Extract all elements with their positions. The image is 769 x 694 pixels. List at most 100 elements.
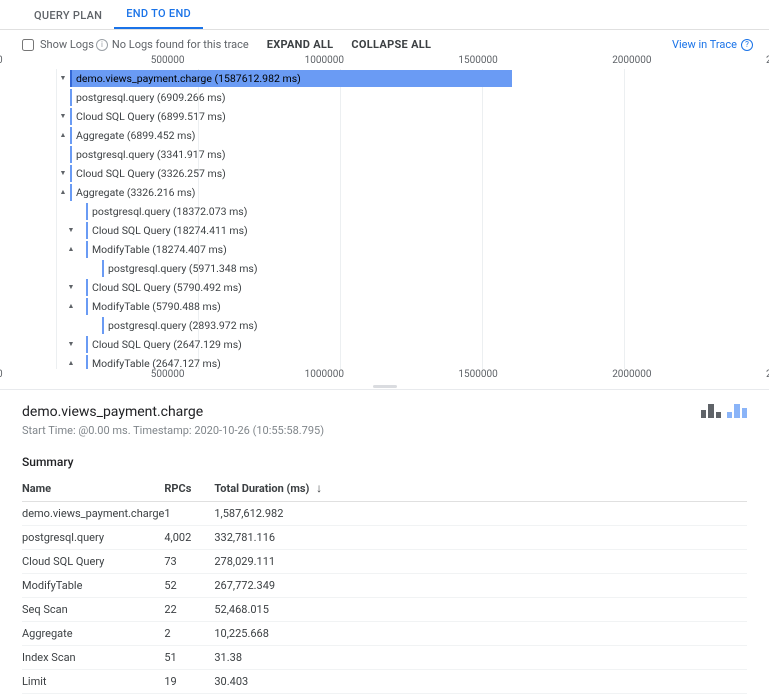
tab-end-to-end[interactable]: END TO END (114, 0, 203, 29)
span-row[interactable]: ▼ Cloud SQL Query (2647.129 ms) (70, 335, 766, 354)
view-mode-blue-icon[interactable] (727, 404, 747, 418)
chevron-down-icon[interactable]: ▼ (60, 113, 67, 120)
span-row[interactable]: postgresql.query (5971.348 ms) (70, 259, 766, 278)
show-logs-checkbox[interactable] (22, 39, 34, 51)
cell-name: Limit (22, 670, 164, 694)
cell-name: demo.views_payment.charge (22, 502, 164, 526)
summary-table: Name RPCs Total Duration (ms) ↓ demo.vie… (22, 475, 747, 694)
span-row[interactable]: postgresql.query (3341.917 ms) (70, 145, 766, 164)
chevron-up-icon[interactable]: ▲ (60, 189, 67, 196)
table-row[interactable]: Limit1930.403 (22, 670, 747, 694)
span-row[interactable]: ▼Cloud SQL Query (3326.257 ms) (70, 164, 766, 183)
cell-name: postgresql.query (22, 526, 164, 550)
show-logs-label: Show Logs (40, 38, 94, 51)
table-row[interactable]: demo.views_payment.charge11,587,612.982 (22, 502, 747, 526)
summary-heading: Summary (22, 455, 747, 469)
axis-tick: 500000 (151, 55, 185, 66)
span-row[interactable]: ▼demo.views_payment.charge (1587612.982 … (70, 69, 766, 88)
span-label: Cloud SQL Query (5790.492 ms) (92, 281, 242, 294)
tab-bar: QUERY PLAN END TO END (0, 0, 769, 30)
cell-total: 332,781.116 (214, 526, 747, 550)
span-row[interactable]: postgresql.query (2893.972 ms) (70, 316, 766, 335)
table-row[interactable]: Index Scan5131.38 (22, 646, 747, 670)
sort-desc-icon: ↓ (316, 481, 322, 495)
chevron-down-icon[interactable]: ▼ (68, 341, 75, 348)
span-bar[interactable]: Cloud SQL Query (18274.411 ms) (86, 222, 92, 239)
th-name[interactable]: Name (22, 475, 164, 502)
cell-total: 31.38 (214, 646, 747, 670)
span-bar[interactable]: postgresql.query (18372.073 ms) (86, 203, 92, 220)
th-rpcs[interactable]: RPCs (164, 475, 214, 502)
span-label: postgresql.query (3341.917 ms) (76, 148, 225, 161)
collapse-all-button[interactable]: COLLAPSE ALL (351, 38, 431, 51)
axis-top: 0500000100000015000002000000250000 (0, 55, 769, 69)
th-total-duration[interactable]: Total Duration (ms) ↓ (214, 475, 747, 502)
span-bar[interactable]: ModifyTable (5790.488 ms) (86, 298, 92, 315)
span-label: demo.views_payment.charge (1587612.982 m… (76, 72, 301, 85)
span-row[interactable]: ▼ Cloud SQL Query (18274.411 ms) (70, 221, 766, 240)
chevron-down-icon[interactable]: ▼ (60, 170, 67, 177)
axis-bottom: 0500000100000015000002000000250000 (0, 369, 769, 383)
tab-query-plan[interactable]: QUERY PLAN (22, 1, 114, 29)
span-bar[interactable]: Cloud SQL Query (2647.129 ms) (86, 336, 92, 353)
chevron-down-icon[interactable]: ▼ (68, 227, 75, 234)
table-row[interactable]: ModifyTable52267,772.349 (22, 574, 747, 598)
span-bar[interactable]: demo.views_payment.charge (1587612.982 m… (70, 70, 512, 87)
span-bar[interactable]: postgresql.query (6909.266 ms) (70, 89, 76, 106)
span-row[interactable]: ▲ ModifyTable (18274.407 ms) (70, 240, 766, 259)
span-bar[interactable]: Cloud SQL Query (5790.492 ms) (86, 279, 92, 296)
chevron-down-icon[interactable]: ▼ (60, 75, 67, 82)
cell-name: Seq Scan (22, 598, 164, 622)
span-row[interactable]: ▲ ModifyTable (5790.488 ms) (70, 297, 766, 316)
toolbar: Show Logs i No Logs found for this trace… (0, 30, 769, 55)
axis-tick: 1000000 (305, 55, 344, 66)
chevron-up-icon[interactable]: ▲ (60, 132, 67, 139)
span-row[interactable]: ▲ ModifyTable (2647.127 ms) (70, 354, 766, 369)
span-bar[interactable]: Aggregate (3326.216 ms) (70, 184, 76, 201)
span-bar[interactable]: Cloud SQL Query (3326.257 ms) (70, 165, 76, 182)
span-bar[interactable]: postgresql.query (3341.917 ms) (70, 146, 76, 163)
span-row[interactable]: postgresql.query (18372.073 ms) (70, 202, 766, 221)
span-bar[interactable]: postgresql.query (2893.972 ms) (102, 317, 108, 334)
table-row[interactable]: Aggregate210,225.668 (22, 622, 747, 646)
span-label: Cloud SQL Query (6899.517 ms) (76, 110, 226, 123)
no-logs-text: No Logs found for this trace (112, 38, 249, 51)
view-mode-dark-icon[interactable] (701, 404, 721, 418)
span-label: postgresql.query (5971.348 ms) (108, 262, 257, 275)
expand-all-button[interactable]: EXPAND ALL (267, 38, 334, 51)
axis-tick: 2000000 (612, 369, 651, 380)
span-row[interactable]: ▲Aggregate (6899.452 ms) (70, 126, 766, 145)
detail-subtitle: Start Time: @0.00 ms. Timestamp: 2020-10… (22, 424, 324, 437)
chevron-up-icon[interactable]: ▲ (68, 360, 75, 367)
view-in-trace-label: View in Trace (672, 38, 737, 51)
span-row[interactable]: ▲Aggregate (3326.216 ms) (70, 183, 766, 202)
cell-rpcs: 52 (164, 574, 214, 598)
table-row[interactable]: Seq Scan2252,468.015 (22, 598, 747, 622)
span-row[interactable]: ▼Cloud SQL Query (6899.517 ms) (70, 107, 766, 126)
info-icon: ? (741, 39, 753, 51)
timeline: ▼ demo.views_payment.charge (1587612.982 … (56, 69, 766, 369)
detail-panel: demo.views_payment.charge Start Time: @0… (0, 389, 769, 694)
cell-name: Aggregate (22, 622, 164, 646)
axis-tick: 1000000 (305, 369, 344, 380)
span-row[interactable]: postgresql.query (6909.266 ms) (70, 88, 766, 107)
view-in-trace-link[interactable]: View in Trace ? (672, 38, 753, 51)
span-bar[interactable]: ModifyTable (2647.127 ms) (86, 355, 92, 369)
chevron-down-icon[interactable]: ▼ (68, 284, 75, 291)
table-row[interactable]: postgresql.query4,002332,781.116 (22, 526, 747, 550)
span-label: ModifyTable (5790.488 ms) (92, 300, 221, 313)
span-label: Cloud SQL Query (18274.411 ms) (92, 224, 248, 237)
span-label: ModifyTable (2647.127 ms) (92, 357, 221, 369)
span-bar[interactable]: Cloud SQL Query (6899.517 ms) (70, 108, 76, 125)
span-bar[interactable]: ModifyTable (18274.407 ms) (86, 241, 92, 258)
cell-rpcs: 19 (164, 670, 214, 694)
table-row[interactable]: Cloud SQL Query73278,029.111 (22, 550, 747, 574)
span-bar[interactable]: postgresql.query (5971.348 ms) (102, 260, 108, 277)
cell-name: Cloud SQL Query (22, 550, 164, 574)
span-bar[interactable]: Aggregate (6899.452 ms) (70, 127, 76, 144)
chevron-up-icon[interactable]: ▲ (68, 303, 75, 310)
chevron-up-icon[interactable]: ▲ (68, 246, 75, 253)
cell-name: ModifyTable (22, 574, 164, 598)
span-row[interactable]: ▼ Cloud SQL Query (5790.492 ms) (70, 278, 766, 297)
span-label: Cloud SQL Query (3326.257 ms) (76, 167, 226, 180)
